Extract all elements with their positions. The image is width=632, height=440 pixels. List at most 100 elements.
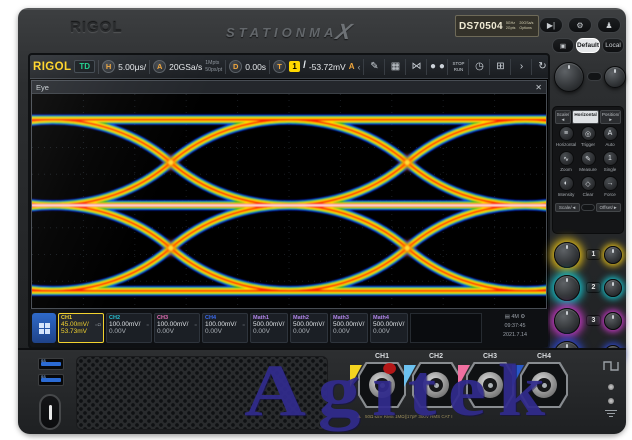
close-icon[interactable]: ✕ — [535, 83, 542, 92]
mode-badge[interactable]: TD — [74, 60, 95, 73]
navigation-knob[interactable] — [604, 66, 626, 88]
panel-key-label: Horizontal — [555, 142, 577, 147]
eye-window: Eye ✕ — [31, 80, 547, 309]
horizontal-group[interactable]: H 5.00μs/ — [102, 60, 146, 73]
usb-label: SS — [41, 359, 46, 363]
panel-key-clear: ◇Clear — [577, 176, 599, 201]
eye-diagram — [32, 94, 546, 308]
apps-icon[interactable]: ⊞ — [489, 59, 510, 75]
intensity-button[interactable]: ◐ — [559, 176, 574, 191]
spec-options: Options — [519, 26, 533, 31]
rigol-embossed-logo: RIGOL — [70, 19, 123, 36]
keypad-grid: ≡Horizontal◎TriggerAAuto∿Zoom✎Measure1Si… — [555, 126, 621, 201]
channel-offset: 0.00V — [293, 328, 325, 335]
panel-key-intensity: ◐Intensity — [555, 176, 577, 201]
eye-diagram-icon[interactable]: ⋈ — [405, 59, 426, 75]
display-screen: RIGOL TD H 5.00μs/ A 20GSa/s 1Mpts 50ps/… — [28, 53, 550, 349]
channel-1-scale-knob[interactable] — [554, 242, 580, 268]
keypad-bottom-labels: Scale/◄ Offset/► — [555, 203, 621, 212]
scale-value: 100.00mV/ — [157, 321, 188, 328]
channel-3-offset-knob[interactable] — [604, 312, 622, 330]
channel-3-scale-knob[interactable] — [554, 308, 580, 334]
multifunction-knob[interactable] — [554, 62, 584, 92]
user-button[interactable]: ♟ — [597, 17, 621, 33]
panel-key-label: Trigger — [577, 142, 599, 147]
channel-scale: 100.00mV/= — [109, 321, 149, 328]
eye-window-titlebar[interactable]: Eye ✕ — [32, 81, 546, 94]
panel-key-label: Zoom — [555, 167, 577, 172]
force-button[interactable]: → — [603, 176, 618, 191]
comp-signal-pad — [608, 384, 614, 390]
acquire-group[interactable]: A 20GSa/s 1Mpts 50ps/pt — [153, 60, 222, 73]
model-specs: 5GHz 20GSa/s 2Gpts Options — [506, 21, 534, 30]
panel-key-label: Single — [599, 167, 621, 172]
auto-button[interactable]: A — [603, 126, 618, 141]
measure-icon[interactable]: ▦ — [384, 59, 405, 75]
system-icons: ▤ 4M ⚙ — [505, 314, 525, 320]
default-button[interactable]: Default — [576, 38, 600, 53]
channel-3-button[interactable]: 3 — [586, 315, 601, 326]
panel-key-zoom: ∿Zoom — [555, 151, 577, 176]
annotate-icon[interactable]: ✎ — [363, 59, 384, 75]
panel-key-label: Intensity — [555, 192, 577, 197]
channel-boxes: CH145.00mV/=Ω53.73mVCH2100.00mV/=0.00VCH… — [58, 313, 408, 343]
snapshot-button[interactable]: ▶| — [539, 17, 563, 33]
channel-box-ch4[interactable]: CH4100.00mV/=0.00V — [202, 313, 248, 343]
channel-1-button[interactable]: 1 — [586, 249, 601, 260]
more-icon[interactable]: › — [510, 59, 531, 75]
zoom-button[interactable]: ∿ — [559, 151, 574, 166]
channel-box-math3[interactable]: Math3500.00mV/0.00V — [330, 313, 368, 343]
trigger-button[interactable]: ◎ — [581, 126, 596, 141]
channel-box-math4[interactable]: Math4500.00mV/0.00V — [370, 313, 408, 343]
panel-key-label: Clear — [577, 192, 599, 197]
channel-row-1: 1 — [552, 238, 624, 271]
channel-2-scale-knob[interactable] — [554, 275, 580, 301]
channel-1-offset-knob[interactable] — [604, 246, 622, 264]
watermark-text-i: ı — [372, 354, 407, 428]
delay-group[interactable]: D 0.00s — [229, 60, 266, 73]
channel-2-button[interactable]: 2 — [586, 282, 601, 293]
status-empty-box — [410, 313, 482, 343]
eye-diagram-plot-area — [32, 94, 546, 308]
collapse-chevron-icon[interactable]: ‹ — [357, 62, 360, 72]
eye-traces — [32, 120, 546, 291]
history-clock-icon[interactable]: ◷ — [468, 59, 489, 75]
channel-box-ch2[interactable]: CH2100.00mV/=0.00V — [106, 313, 152, 343]
front-key-panel: ▣ Default Local Scale/◄ Horizontal Posit… — [552, 38, 624, 348]
power-button[interactable] — [39, 394, 61, 430]
touch-lock-button[interactable]: ▣ — [552, 38, 574, 53]
scale-left-label: Scale/◄ — [555, 110, 572, 124]
agitek-watermark: Agıtek — [244, 354, 557, 428]
panel-key-auto: AAuto — [599, 126, 621, 151]
settings-button[interactable]: ⚙ — [568, 17, 592, 33]
knob-mini-button[interactable] — [587, 72, 602, 81]
panel-key-single: 1Single — [599, 151, 621, 176]
channel-box-math2[interactable]: Math2500.00mV/0.00V — [290, 313, 328, 343]
refresh-icon[interactable]: ↻ — [531, 59, 550, 75]
panel-top-buttons: ▣ Default Local — [552, 38, 624, 53]
single-button[interactable]: 1 — [603, 151, 618, 166]
clear-button[interactable]: ◇ — [581, 176, 596, 191]
system-status-box[interactable]: ▤ 4M ⚙ 09:37:45 2021.7.14 — [484, 313, 546, 343]
channel-scale: 500.00mV/ — [373, 321, 405, 328]
channel-2-offset-knob[interactable] — [604, 279, 622, 297]
spec-memory: 2Gpts — [506, 26, 516, 31]
trigger-group[interactable]: T 1 / -53.72mV A — [273, 60, 354, 73]
panel-key-horizontal: ≡Horizontal — [555, 126, 577, 151]
channel-box-ch1[interactable]: CH145.00mV/=Ω53.73mV — [58, 313, 104, 343]
panel-key-measure: ✎Measure — [577, 151, 599, 176]
trigger-source-badge: 1 — [289, 61, 300, 72]
channel-box-math1[interactable]: Math1500.00mV/0.00V — [250, 313, 288, 343]
usb-port-2: SS — [38, 374, 64, 386]
channel-box-ch3[interactable]: CH3100.00mV/=0.00V — [154, 313, 200, 343]
horizontal-button[interactable]: ≡ — [559, 126, 574, 141]
scale-value: 500.00mV/ — [293, 321, 324, 328]
local-button[interactable]: Local — [602, 38, 624, 53]
stop-run-icon[interactable]: STOP RUN — [447, 59, 468, 75]
acquire-badge-icon: A — [153, 60, 166, 73]
keypad-mini-button[interactable] — [581, 204, 595, 211]
system-logo-icon[interactable] — [32, 313, 56, 343]
dual-cursor-icon[interactable]: ● ● — [426, 59, 447, 75]
coupling-tags: =Ω — [95, 322, 101, 327]
measure-button[interactable]: ✎ — [581, 151, 596, 166]
